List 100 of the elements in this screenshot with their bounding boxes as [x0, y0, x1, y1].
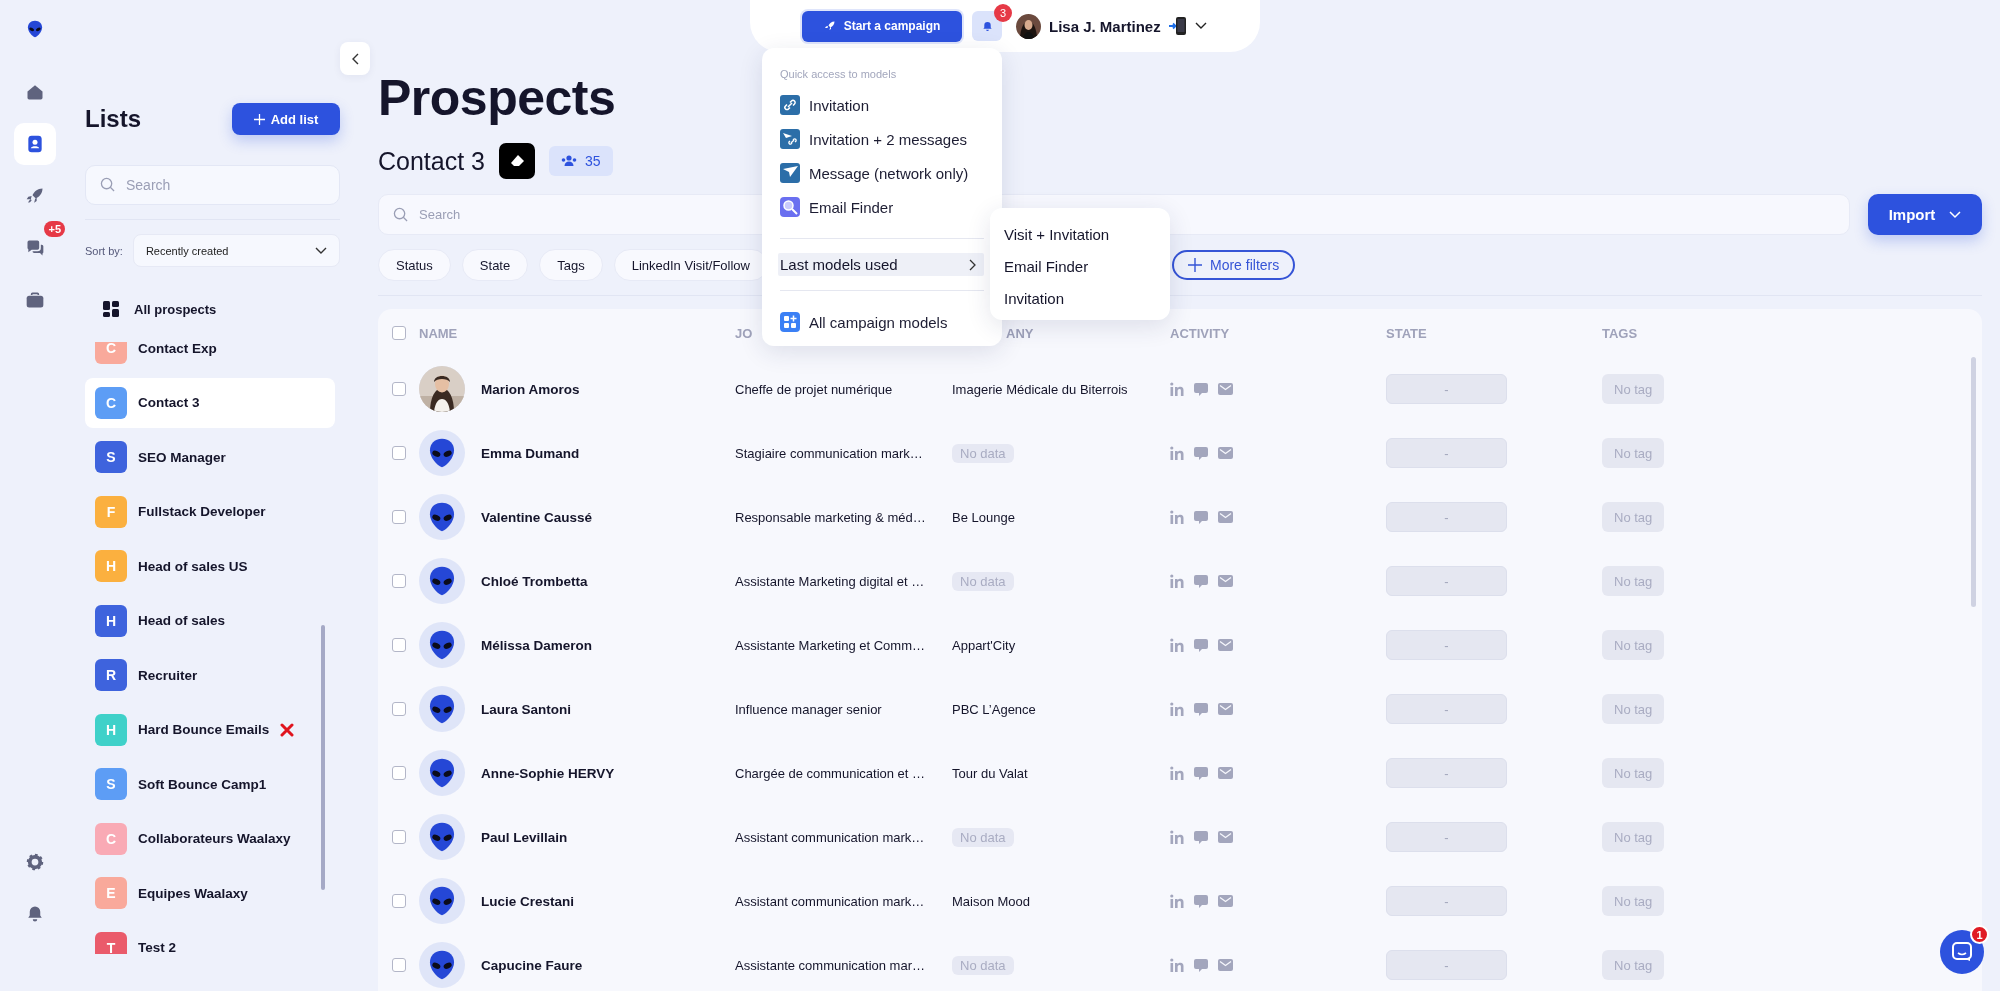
list-title: Contact 3: [378, 146, 485, 176]
list-initial: S: [95, 441, 127, 473]
prospect-name[interactable]: Mélissa Dameron: [481, 637, 735, 653]
menu-item[interactable]: Visit + Invitation: [1004, 218, 1170, 250]
phone-arrow-icon: [1168, 16, 1187, 36]
more-filters-button[interactable]: More filters: [1172, 250, 1296, 280]
list-item[interactable]: C Contact 3: [85, 377, 335, 428]
list-item[interactable]: C Contact Exp: [85, 342, 335, 373]
sort-label: Sort by:: [85, 244, 123, 257]
notification-count: +5: [44, 221, 65, 237]
list-initial: F: [95, 495, 127, 528]
job-title: Assistant communication mark…: [735, 829, 926, 845]
row-checkbox[interactable]: [392, 958, 406, 972]
list-item[interactable]: C Collaborateurs Waalaxy: [85, 813, 335, 864]
in-logo-icon: [1170, 766, 1184, 780]
row-checkbox[interactable]: [392, 446, 406, 460]
cross-icon: [280, 722, 295, 737]
list-item[interactable]: F Fullstack Developer: [85, 486, 335, 537]
row-checkbox[interactable]: [392, 382, 406, 396]
envelope-icon: [1218, 703, 1233, 715]
company-name: No data: [952, 443, 1014, 463]
chat-icon: [1952, 942, 1972, 962]
collapse-button[interactable]: [340, 42, 370, 75]
list-initial: T: [95, 931, 127, 954]
select-all-checkbox[interactable]: [392, 326, 406, 340]
list-initial: R: [95, 659, 127, 691]
submenu-item[interactable]: Last models used: [778, 253, 984, 276]
search-field[interactable]: Search: [85, 165, 340, 205]
prospect-name[interactable]: Lucie Crestani: [481, 893, 735, 909]
message-icon: [1194, 702, 1208, 716]
list-name: Test 2: [138, 940, 176, 954]
list-item[interactable]: T Test 2: [85, 922, 335, 954]
prospect-name[interactable]: Laura Santoni: [481, 701, 735, 717]
all-prospects-link[interactable]: All prospects: [134, 301, 217, 317]
notification-count: 3: [994, 4, 1012, 22]
settings-icon: [26, 853, 44, 871]
message-icon: [1194, 958, 1208, 972]
row-checkbox[interactable]: [392, 638, 406, 652]
envelope-icon: [1218, 895, 1233, 907]
import-button[interactable]: Import: [1868, 194, 1982, 235]
column-header: NAME: [419, 325, 459, 341]
list-item[interactable]: S Soft Bounce Camp1: [85, 759, 335, 809]
start-campaign-button[interactable]: Start a campaign: [802, 10, 962, 42]
list-name: Soft Bounce Camp1: [138, 776, 267, 792]
grid-icon: [103, 301, 119, 317]
row-checkbox[interactable]: [392, 510, 406, 524]
in-logo-icon: [1170, 574, 1184, 588]
list-initial: H: [95, 713, 127, 746]
people-icon: [561, 155, 577, 167]
job-title: Cheffe de projet numérique: [735, 381, 894, 397]
row-checkbox[interactable]: [392, 766, 406, 780]
sort-dropdown[interactable]: Recently created: [132, 234, 340, 267]
prospect-name[interactable]: Valentine Caussé: [481, 509, 735, 525]
menu-item[interactable]: Invitation: [780, 88, 984, 122]
column-header: JO: [735, 325, 754, 341]
message-icon: [1194, 446, 1208, 460]
chevron-down-icon: [1194, 22, 1207, 30]
menu-item[interactable]: Message (network only): [780, 156, 984, 190]
envelope-icon: [1218, 959, 1233, 971]
add-list-button[interactable]: Add list: [232, 103, 340, 135]
eraser-button[interactable]: [499, 143, 535, 179]
in-logo-icon: [1170, 894, 1184, 908]
list-item[interactable]: E Equipes Waalaxy: [85, 868, 335, 918]
list-name: Contact 3: [138, 395, 200, 410]
prospect-name[interactable]: Paul Levillain: [481, 829, 735, 845]
menu-item[interactable]: All campaign models: [780, 305, 984, 339]
envelope-icon: [1218, 639, 1233, 651]
list-name: Recruiter: [138, 667, 198, 683]
list-name: Head of sales US: [138, 558, 248, 574]
row-checkbox[interactable]: [392, 894, 406, 908]
menu-item[interactable]: Invitation + 2 messages: [780, 122, 984, 156]
prospect-name[interactable]: Capucine Faure: [481, 957, 735, 973]
row-checkbox[interactable]: [392, 574, 406, 588]
prospect-name[interactable]: Anne-Sophie HERVY: [481, 765, 735, 781]
filter-chip[interactable]: Tags: [539, 249, 603, 281]
user-menu[interactable]: Lisa J. Martinez: [1016, 13, 1207, 39]
list-item[interactable]: H Head of sales US: [85, 541, 335, 591]
notifications-button[interactable]: [972, 11, 1002, 41]
menu-item[interactable]: Email Finder: [780, 190, 984, 224]
job-title: Influence manager senior: [735, 701, 883, 717]
filter-chip[interactable]: Status: [378, 249, 451, 281]
company-name: Be Lounge: [952, 509, 1016, 525]
list-item[interactable]: R Recruiter: [85, 650, 335, 700]
row-checkbox[interactable]: [392, 830, 406, 844]
list-item[interactable]: H Head of sales: [85, 595, 335, 646]
list-item[interactable]: S SEO Manager: [85, 432, 335, 482]
filter-chip[interactable]: State: [461, 249, 529, 281]
prospect-name[interactable]: Marion Amoros: [481, 381, 735, 397]
menu-item[interactable]: Invitation: [1004, 282, 1170, 314]
list-item[interactable]: H Hard Bounce Emails: [85, 704, 335, 755]
company-name: Maison Mood: [952, 893, 1032, 909]
apps-icon: [780, 312, 800, 332]
nav-item[interactable]: [14, 123, 56, 165]
prospect-count[interactable]: 35: [549, 146, 613, 176]
menu-item[interactable]: Email Finder: [1004, 250, 1170, 282]
row-checkbox[interactable]: [392, 702, 406, 716]
logo-icon: [25, 19, 45, 39]
message-icon: [1194, 766, 1208, 780]
prospect-name[interactable]: Chloé Trombetta: [481, 573, 735, 589]
prospect-name[interactable]: Emma Dumand: [481, 445, 735, 461]
